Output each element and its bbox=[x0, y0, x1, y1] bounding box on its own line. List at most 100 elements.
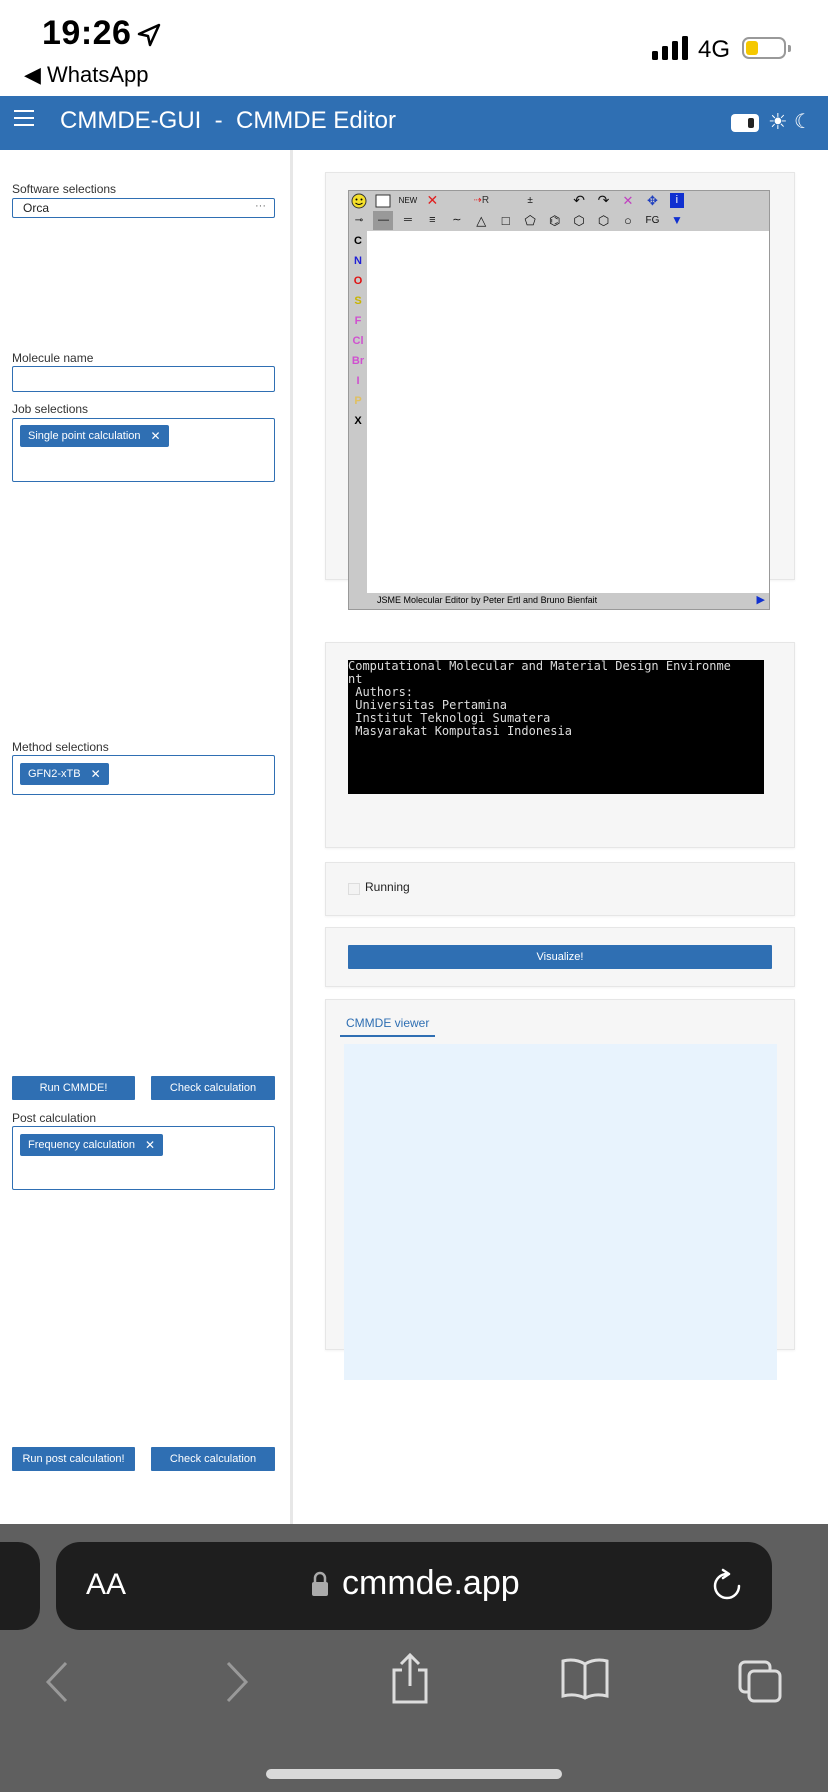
jsme-footer: JSME Molecular Editor by Peter Ertl and … bbox=[349, 593, 769, 609]
triple-bond-icon[interactable]: ≡ bbox=[422, 211, 442, 230]
square-ring-icon[interactable]: □ bbox=[496, 211, 516, 230]
blank-tool[interactable] bbox=[447, 191, 467, 210]
atom-button-n[interactable]: N bbox=[349, 251, 367, 271]
console-line: Computational Molecular and Material Des… bbox=[348, 659, 731, 673]
remove-icon[interactable]: ✕ bbox=[151, 425, 161, 447]
post-calculation-box[interactable]: Frequency calculation ✕ bbox=[12, 1126, 275, 1190]
atom-button-o[interactable]: O bbox=[349, 271, 367, 291]
safari-toolbar: AA cmmde.app bbox=[0, 1524, 828, 1792]
fg-button[interactable]: FG bbox=[642, 211, 662, 230]
blank-tool-2[interactable] bbox=[496, 191, 516, 210]
jsme-credit: JSME Molecular Editor by Peter Ertl and … bbox=[377, 595, 598, 605]
run-cmmde-button[interactable]: Run CMMDE! bbox=[12, 1076, 135, 1100]
back-triangle-icon: ◀ bbox=[24, 62, 48, 87]
atom-button-c[interactable]: C bbox=[349, 231, 367, 251]
molecule-name-input[interactable] bbox=[12, 366, 275, 392]
undo-icon[interactable]: ↶ bbox=[569, 191, 589, 210]
atom-button-p[interactable]: P bbox=[349, 391, 367, 411]
software-label: Software selections bbox=[12, 182, 117, 196]
run-post-calculation-button[interactable]: Run post calculation! bbox=[12, 1447, 135, 1471]
location-arrow-icon bbox=[137, 23, 161, 47]
reader-text-size-button[interactable]: AA bbox=[86, 1568, 126, 1602]
job-selections-box[interactable]: Single point calculation ✕ bbox=[12, 418, 275, 482]
double-bond-icon[interactable]: ═ bbox=[398, 211, 418, 230]
method-label: Method selections bbox=[12, 740, 109, 754]
address-bar[interactable]: AA cmmde.app bbox=[56, 1542, 772, 1630]
post-calculation-label: Post calculation bbox=[12, 1111, 97, 1125]
delete-x-icon[interactable]: ✕ bbox=[422, 191, 442, 210]
info-icon[interactable]: i bbox=[667, 191, 687, 210]
jsme-card: NEW ✕ ⇢R ± ↶ ↷ ✕ ✥ i ⊸ — ═ ≡ ∼ △ □ ⬠ ⌬ ⬡… bbox=[325, 172, 795, 610]
theme-toggle[interactable] bbox=[731, 114, 759, 132]
method-selections-box[interactable]: GFN2-xTB ✕ bbox=[12, 755, 275, 795]
moon-icon: ☾ bbox=[794, 111, 812, 133]
clear-x-icon[interactable]: ✕ bbox=[618, 191, 638, 210]
running-checkbox[interactable] bbox=[348, 883, 360, 895]
blank-tool-3[interactable] bbox=[545, 191, 565, 210]
move-icon[interactable]: ✥ bbox=[642, 191, 662, 210]
lock-icon bbox=[312, 1571, 328, 1596]
ellipsis-icon: ··· bbox=[255, 200, 266, 212]
r-group-button[interactable]: ⇢R bbox=[471, 191, 491, 210]
hamburger-menu-icon[interactable] bbox=[14, 110, 34, 126]
jsme-toolbar: NEW ✕ ⇢R ± ↶ ↷ ✕ ✥ i ⊸ — ═ ≡ ∼ △ □ ⬠ ⌬ ⬡… bbox=[349, 191, 769, 231]
visualize-button[interactable]: Visualize! bbox=[348, 945, 772, 969]
forward-chevron-icon[interactable] bbox=[224, 1660, 250, 1704]
atom-button-br[interactable]: Br bbox=[349, 351, 367, 371]
back-chevron-icon[interactable] bbox=[44, 1660, 70, 1704]
network-type: 4G bbox=[698, 36, 731, 63]
clock: 19:26 bbox=[42, 14, 132, 52]
atom-button-f[interactable]: F bbox=[349, 311, 367, 331]
blank-page-icon[interactable] bbox=[373, 191, 393, 210]
new-button[interactable]: NEW bbox=[398, 191, 418, 210]
benzene-ring-icon[interactable]: ⌬ bbox=[545, 211, 565, 230]
chain-icon[interactable]: ∼ bbox=[447, 211, 467, 230]
sidebar: Software selections Orca ··· Molecule na… bbox=[0, 150, 293, 1524]
single-bond-icon[interactable]: — bbox=[373, 211, 394, 230]
remove-icon[interactable]: ✕ bbox=[145, 1134, 155, 1156]
bookmarks-book-icon[interactable] bbox=[560, 1658, 610, 1700]
app-header: CMMDE-GUI - CMMDE Editor ☀ ☾ bbox=[0, 96, 828, 150]
app-title: CMMDE-GUI - CMMDE Editor bbox=[60, 107, 396, 134]
tabs-icon[interactable] bbox=[736, 1658, 784, 1704]
url-text: cmmde.app bbox=[342, 1564, 520, 1602]
reload-icon[interactable] bbox=[710, 1568, 744, 1604]
expand-triangle-icon[interactable]: ▼ bbox=[667, 211, 687, 230]
output-console: Computational Molecular and Material Des… bbox=[348, 660, 764, 794]
molecule-label: Molecule name bbox=[12, 351, 94, 365]
running-label: Running bbox=[365, 880, 410, 894]
charge-icon[interactable]: ± bbox=[520, 191, 540, 210]
octagon-ring-icon[interactable]: ○ bbox=[618, 211, 638, 230]
triangle-ring-icon[interactable]: △ bbox=[471, 211, 491, 230]
check-calculation-button[interactable]: Check calculation bbox=[151, 1076, 275, 1100]
molecule-viewer[interactable] bbox=[344, 1044, 777, 1380]
software-select[interactable]: Orca ··· bbox=[12, 198, 275, 218]
home-indicator bbox=[266, 1769, 562, 1779]
job-tag: Single point calculation ✕ bbox=[20, 425, 169, 447]
hexagon-ring-icon[interactable]: ⬡ bbox=[569, 211, 589, 230]
arrow-icon: ⇢ bbox=[473, 195, 482, 206]
smiley-icon[interactable] bbox=[349, 191, 369, 210]
sun-icon: ☀ bbox=[768, 109, 788, 134]
battery-icon bbox=[742, 37, 791, 59]
redo-icon[interactable]: ↷ bbox=[594, 191, 614, 210]
share-icon[interactable] bbox=[390, 1652, 430, 1706]
check-post-calculation-button[interactable]: Check calculation bbox=[151, 1447, 275, 1471]
play-triangle-icon[interactable]: ▶ bbox=[757, 593, 765, 606]
wedge-bond-icon[interactable]: ⊸ bbox=[349, 211, 369, 230]
atom-button-cl[interactable]: Cl bbox=[349, 331, 367, 351]
console-line: Masyarakat Komputasi Indonesia bbox=[348, 724, 572, 738]
console-card: Computational Molecular and Material Des… bbox=[325, 642, 795, 848]
post-tag: Frequency calculation ✕ bbox=[20, 1134, 164, 1156]
atom-button-x[interactable]: X bbox=[349, 411, 367, 431]
back-to-app-link[interactable]: ◀ WhatsApp bbox=[24, 62, 149, 88]
pentagon-ring-icon[interactable]: ⬠ bbox=[520, 211, 540, 230]
software-selected-value: Orca bbox=[23, 201, 50, 215]
remove-icon[interactable]: ✕ bbox=[91, 763, 101, 785]
atom-button-s[interactable]: S bbox=[349, 291, 367, 311]
tab-cmmde-viewer[interactable]: CMMDE viewer bbox=[340, 1016, 436, 1037]
previous-tab-preview[interactable] bbox=[0, 1542, 40, 1630]
heptagon-ring-icon[interactable]: ⬡ bbox=[594, 211, 614, 230]
jsme-canvas[interactable] bbox=[367, 231, 768, 593]
atom-button-i[interactable]: I bbox=[349, 371, 367, 391]
